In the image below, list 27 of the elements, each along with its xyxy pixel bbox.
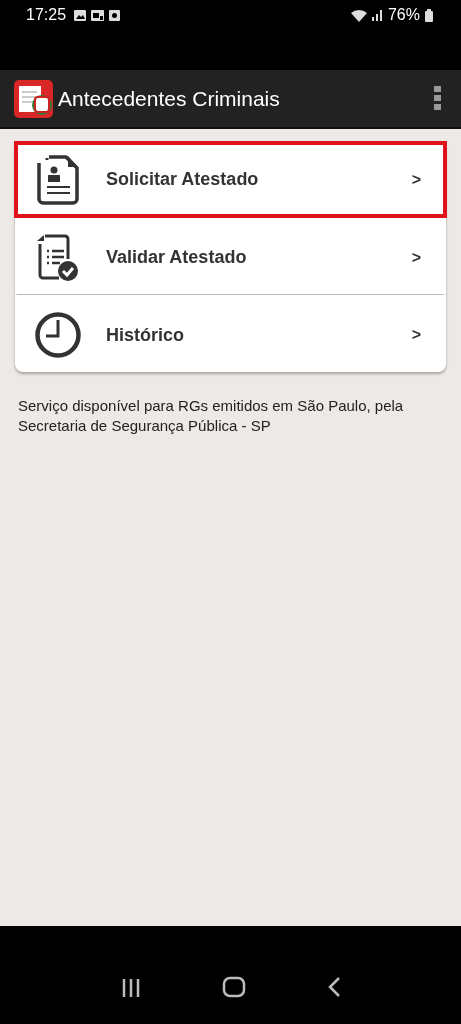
checklist-check-icon [37, 233, 79, 282]
chevron: > [411, 170, 421, 189]
overflow-menu-icon[interactable] [434, 86, 441, 111]
chevron: > [411, 248, 421, 267]
back-icon[interactable] [326, 976, 341, 998]
menu-item[interactable]: Validar Atestado > [15, 218, 446, 295]
home-icon[interactable] [221, 976, 246, 998]
battery-icon [425, 8, 433, 22]
chevron: > [411, 326, 421, 344]
wifi-icon [350, 8, 367, 22]
signal-icon [371, 9, 383, 21]
service-notice: Serviço disponível para RGs emitidos em São Paulo, pela Secretaria de Segurança Pública - SP [18, 396, 405, 436]
clock-icon [34, 311, 82, 359]
status-time: 17:25 [26, 6, 67, 24]
recent-apps-icon[interactable] [120, 978, 141, 998]
menu-item-label: Solicitar Atestado [106, 169, 260, 190]
menu-item-label: Validar Atestado [106, 247, 248, 268]
record-icon [109, 9, 121, 21]
gallery-icon [91, 9, 105, 21]
app-title: Antecedentes Criminais [58, 86, 281, 111]
menu-item[interactable]: Solicitar Atestado > [14, 141, 447, 218]
app-logo-icon [14, 79, 53, 118]
battery-percent: 76% [387, 6, 420, 24]
image-icon [74, 9, 87, 21]
menu-item-label: Histórico [106, 324, 185, 346]
menu-item[interactable]: Histórico > [15, 295, 446, 372]
document-person-icon [37, 154, 79, 205]
